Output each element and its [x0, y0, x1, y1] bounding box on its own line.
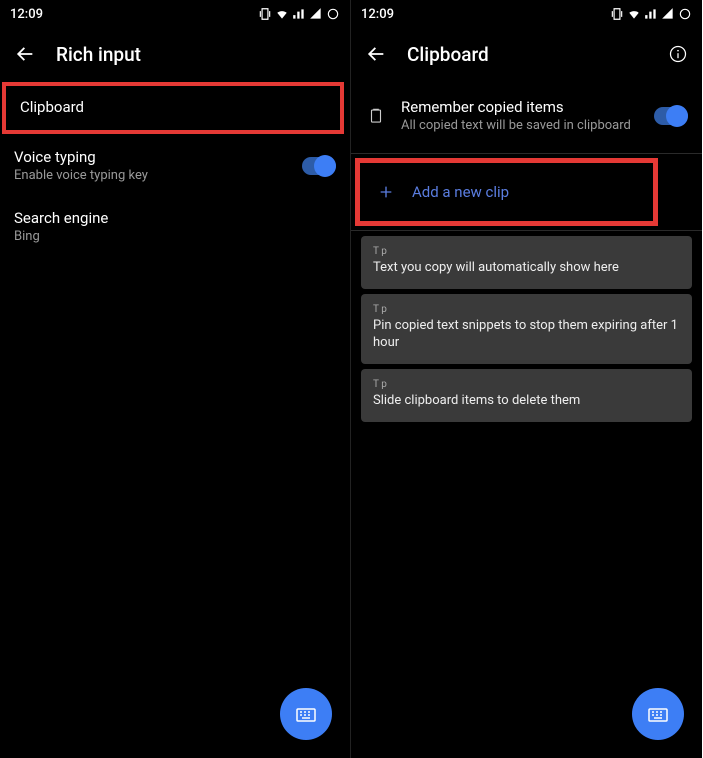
row-title: Remember copied items	[401, 98, 640, 116]
tip-text: Pin copied text snippets to stop them ex…	[373, 318, 680, 352]
voice-typing-toggle[interactable]	[302, 157, 336, 175]
clipboard-content: Remember copied items All copied text wi…	[351, 86, 702, 422]
status-icons	[258, 7, 340, 21]
tip-label: T p	[373, 246, 680, 257]
divider	[351, 230, 702, 231]
info-icon[interactable]	[668, 44, 688, 64]
keyboard-icon	[294, 702, 318, 726]
row-sub: Enable voice typing key	[14, 168, 288, 183]
tip-label: T p	[373, 304, 680, 315]
page-title: Clipboard	[407, 43, 489, 66]
settings-list: Clipboard Voice typing Enable voice typi…	[0, 82, 350, 258]
row-sub: Bing	[14, 229, 336, 244]
back-icon[interactable]	[14, 43, 36, 65]
row-title: Voice typing	[14, 148, 288, 166]
setting-voice-typing[interactable]: Voice typing Enable voice typing key	[0, 136, 350, 197]
tip-card[interactable]: T p Pin copied text snippets to stop the…	[361, 294, 692, 364]
circle-icon	[326, 7, 340, 21]
tip-card[interactable]: T p Text you copy will automatically sho…	[361, 236, 692, 289]
back-icon[interactable]	[365, 43, 387, 65]
remember-toggle[interactable]	[654, 107, 688, 125]
setting-search-engine[interactable]: Search engine Bing	[0, 197, 350, 258]
tip-label: T p	[373, 379, 680, 390]
circle-icon	[678, 7, 692, 21]
signal2-icon	[309, 7, 323, 21]
clipboard-icon	[365, 105, 387, 127]
tip-text: Slide clipboard items to delete them	[373, 393, 680, 410]
tip-card[interactable]: T p Slide clipboard items to delete them	[361, 369, 692, 422]
signal2-icon	[661, 7, 675, 21]
keyboard-fab[interactable]	[280, 688, 332, 740]
plus-icon	[378, 184, 394, 200]
keyboard-fab[interactable]	[632, 688, 684, 740]
app-header: Rich input	[0, 28, 350, 80]
status-bar: 12:09	[351, 0, 702, 28]
page-title: Rich input	[56, 43, 141, 66]
signal-icon	[644, 7, 658, 21]
status-time: 12:09	[10, 7, 43, 22]
wifi-icon	[627, 7, 641, 21]
tip-text: Text you copy will automatically show he…	[373, 260, 680, 277]
row-title: Clipboard	[20, 98, 326, 116]
row-title: Search engine	[14, 209, 336, 227]
phone-richinput: 12:09 Rich input Clipboard Voice typing …	[0, 0, 351, 758]
signal-icon	[292, 7, 306, 21]
keyboard-icon	[646, 702, 670, 726]
vibrate-icon	[610, 7, 624, 21]
add-clip-button[interactable]: Add a new clip	[360, 163, 653, 221]
divider	[351, 153, 702, 154]
setting-remember-items[interactable]: Remember copied items All copied text wi…	[351, 86, 702, 149]
status-icons	[610, 7, 692, 21]
add-clip-label: Add a new clip	[412, 183, 509, 201]
highlight-add-clip: Add a new clip	[355, 158, 658, 226]
app-header: Clipboard	[351, 28, 702, 80]
phone-clipboard: 12:09 Clipboard Remember copied items Al…	[351, 0, 702, 758]
wifi-icon	[275, 7, 289, 21]
status-bar: 12:09	[0, 0, 350, 28]
row-sub: All copied text will be saved in clipboa…	[401, 118, 640, 133]
vibrate-icon	[258, 7, 272, 21]
status-time: 12:09	[361, 7, 394, 22]
setting-clipboard[interactable]: Clipboard	[6, 86, 340, 130]
highlight-clipboard: Clipboard	[2, 82, 344, 134]
